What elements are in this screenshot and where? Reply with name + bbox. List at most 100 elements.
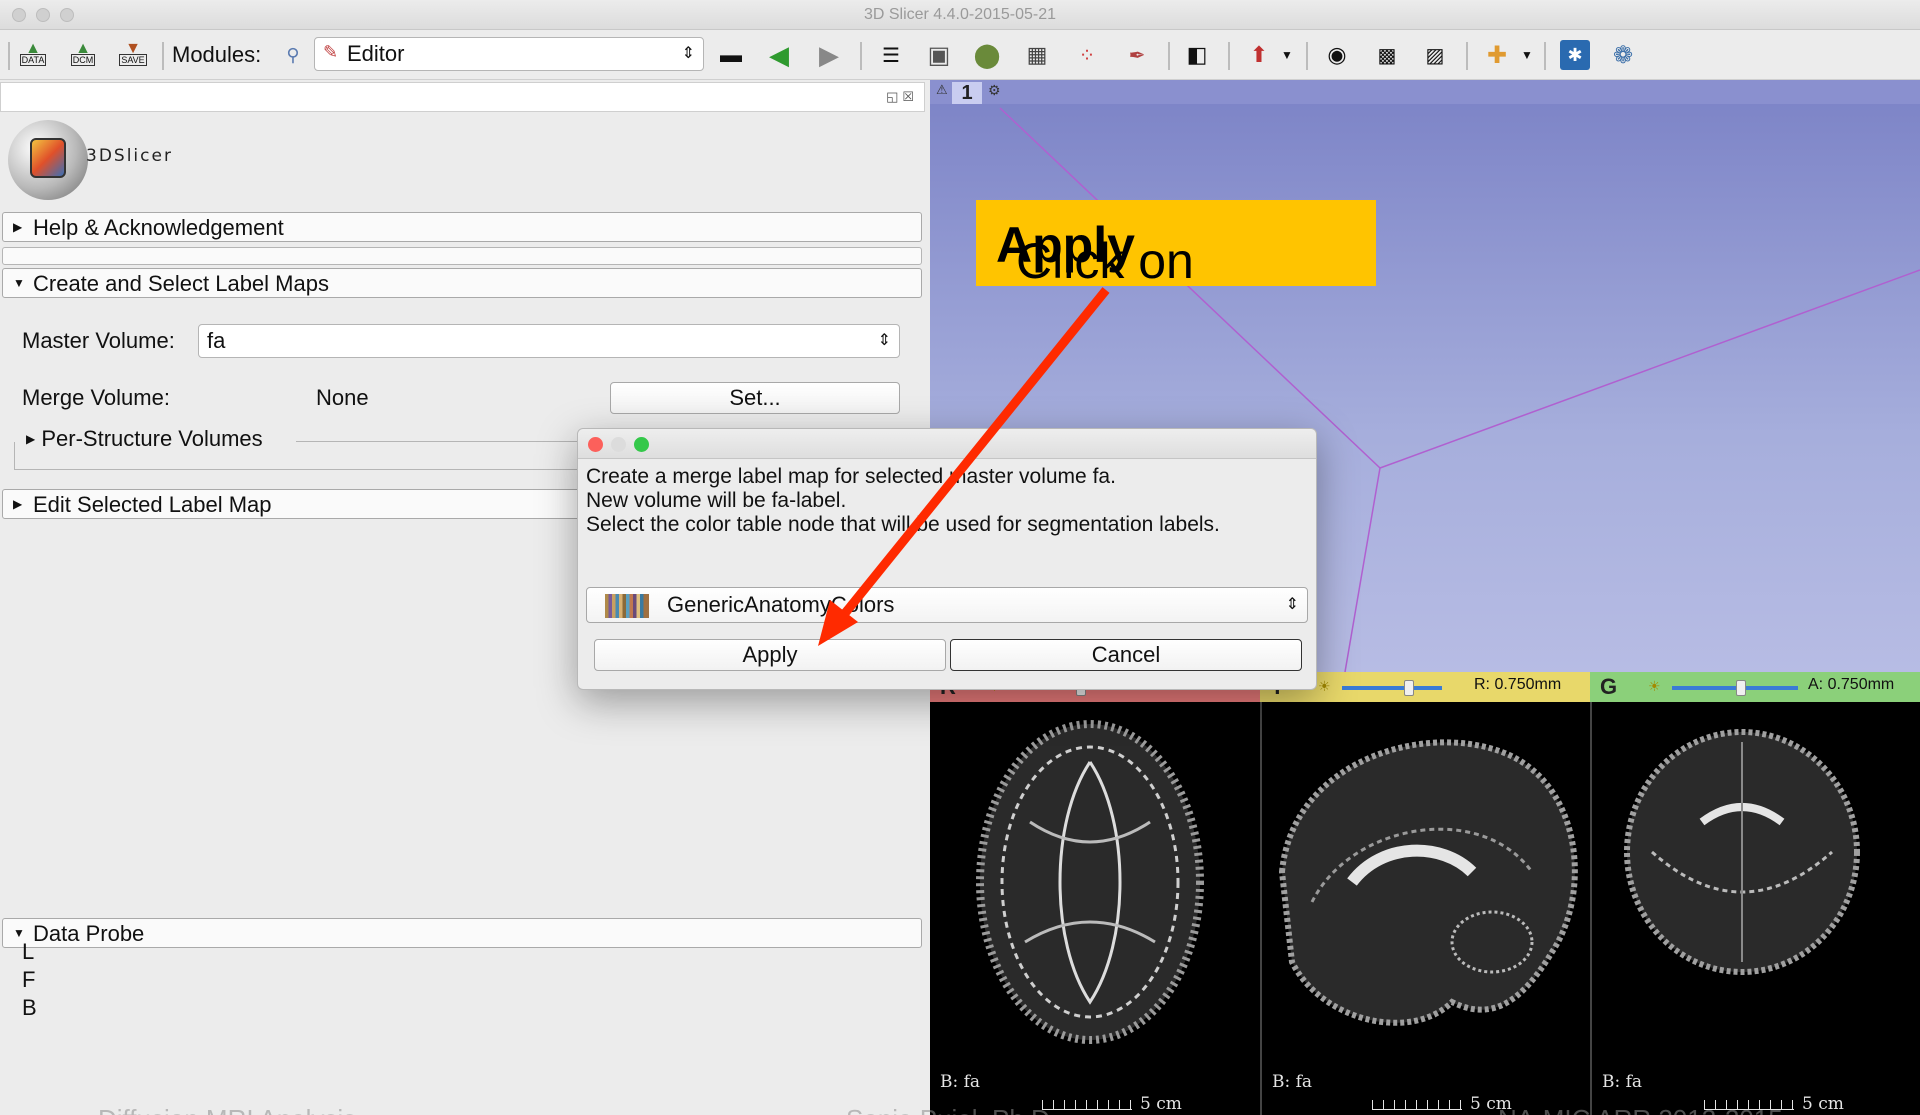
toolbar-separator: [1228, 42, 1230, 70]
yellow-slice-view[interactable]: B: fa 5 cm: [1260, 702, 1590, 1115]
transforms-grid-icon[interactable]: ▦: [1022, 40, 1052, 70]
help-acknowledgement-section[interactable]: ▶ Help & Acknowledgement: [2, 212, 922, 242]
scale-label: 5 cm: [1802, 1094, 1844, 1114]
dialog-message-line-1: Create a merge label map for selected ma…: [586, 465, 1116, 488]
toolbar-separator: [162, 42, 164, 70]
instruction-callout: Click on Apply: [976, 200, 1376, 289]
red-slice-view[interactable]: B: fa 5 cm: [930, 702, 1260, 1115]
volume-label: B: fa: [1602, 1072, 1643, 1092]
updown-arrows-icon: ⇕: [877, 332, 891, 349]
mouse-mode-arrow-icon[interactable]: ⬆: [1244, 40, 1274, 70]
merge-volume-value: None: [316, 385, 369, 410]
save-label: SAVE: [119, 54, 147, 66]
markups-dots-icon[interactable]: ⁘: [1072, 40, 1102, 70]
main-toolbar: ▲ DATA ▲ DCM ▼ SAVE Modules: ⚲ ✎ Editor …: [0, 30, 1920, 80]
apply-button[interactable]: Apply: [594, 639, 946, 671]
save-button[interactable]: ▼ SAVE: [118, 40, 148, 70]
dialog-close-button[interactable]: [588, 437, 603, 452]
per-structure-group-line: [296, 441, 582, 442]
slice-offset: A: 0.750mm: [1808, 676, 1895, 693]
scene-restore-icon[interactable]: ▨: [1420, 40, 1450, 70]
load-dicom-icon: ▲: [75, 40, 91, 57]
scale-bar: 5 cm: [1042, 1094, 1182, 1114]
per-structure-label: Per-Structure Volumes: [41, 426, 263, 451]
data-probe-section[interactable]: ▼ Data Probe: [2, 918, 922, 948]
triangle-right-icon: ▶: [13, 497, 23, 511]
load-dicom-label: DCM: [70, 54, 96, 66]
slider-knob[interactable]: [1736, 680, 1746, 696]
editor-pen-icon[interactable]: ✒: [1122, 40, 1152, 70]
toolbar-separator: [8, 42, 10, 70]
create-select-label-maps-section[interactable]: ▼ Create and Select Label Maps: [2, 268, 922, 298]
color-table-value: GenericAnatomyColors: [667, 592, 895, 617]
toolbar-separator: [860, 42, 862, 70]
triangle-right-icon: ▶: [26, 432, 36, 446]
editor-pencil-icon: ✎: [323, 42, 339, 62]
footer-right: NA-MIC ARR 2013-2015: [1498, 1104, 1783, 1115]
color-table-selector[interactable]: GenericAnatomyColors ⇕: [586, 587, 1308, 623]
models-brain-icon[interactable]: ⬤: [972, 40, 1002, 70]
chevron-down-icon[interactable]: ▼: [1512, 40, 1542, 70]
slider-knob[interactable]: [1404, 680, 1414, 696]
back-arrow-icon[interactable]: ◀: [764, 40, 794, 70]
color-table-swatch-icon: [605, 594, 649, 618]
scale-label: 5 cm: [1140, 1094, 1182, 1114]
module-selected-value: Editor: [347, 41, 405, 66]
set-merge-volume-button[interactable]: Set...: [610, 382, 900, 414]
load-data-button[interactable]: ▲ DATA: [18, 40, 48, 70]
volumes-cube-icon[interactable]: ▣: [924, 40, 954, 70]
master-volume-selector[interactable]: fa ⇕: [198, 324, 900, 358]
triangle-down-icon: ▼: [13, 276, 25, 290]
ruler-icon: [1372, 1100, 1462, 1110]
callout-prefix: Click on: [1016, 233, 1194, 289]
section-label: Data Probe: [33, 921, 145, 946]
axial-brain-image: [976, 720, 1204, 1044]
cancel-button[interactable]: Cancel: [950, 639, 1302, 671]
dock-float-close-icon[interactable]: ◱☒: [886, 89, 918, 105]
load-data-label: DATA: [19, 54, 47, 66]
green-slice-slider[interactable]: [1672, 686, 1798, 690]
merge-volume-label: Merge Volume:: [22, 385, 170, 410]
logo-text: 3DSlicer: [86, 146, 173, 166]
chevron-down-icon[interactable]: ▼: [1272, 40, 1302, 70]
screenshot-camera-icon[interactable]: ◉: [1322, 40, 1352, 70]
per-structure-volumes-toggle[interactable]: ▶ Per-Structure Volumes: [26, 426, 271, 452]
coronal-brain-image: [1624, 729, 1860, 975]
toolbar-separator: [1168, 42, 1170, 70]
sun-icon[interactable]: ☀: [1318, 678, 1331, 695]
module-history-icon[interactable]: ▬: [716, 40, 746, 70]
load-data-icon: ▲: [25, 40, 41, 57]
dialog-title-bar: [578, 429, 1316, 459]
dialog-minimize-button[interactable]: [611, 437, 626, 452]
forward-arrow-icon[interactable]: ▶: [814, 40, 844, 70]
edit-selected-label-map-section[interactable]: ▶ Edit Selected Label Map: [2, 489, 602, 519]
green-slice-controller: G ☀ A: 0.750mm: [1590, 672, 1920, 702]
toolbar-separator: [1466, 42, 1468, 70]
scale-bar: 5 cm: [1372, 1094, 1512, 1114]
python-console-icon[interactable]: ❁: [1608, 40, 1638, 70]
footer-left: Diffusion MRI Analysis: [98, 1104, 356, 1115]
section-spacer: [2, 247, 922, 265]
module-search-icon[interactable]: ⚲: [278, 40, 308, 70]
triangle-right-icon: ▶: [13, 220, 23, 234]
volume-label: B: fa: [1272, 1072, 1313, 1092]
sun-icon[interactable]: ☀: [1648, 678, 1661, 695]
data-module-icon[interactable]: ☰: [876, 40, 906, 70]
green-slice-view[interactable]: B: fa 5 cm: [1590, 702, 1920, 1115]
load-dicom-button[interactable]: ▲ DCM: [68, 40, 98, 70]
dialog-message-line-2: New volume will be fa-label.: [586, 489, 847, 512]
yellow-slice-slider[interactable]: [1342, 686, 1442, 690]
module-selector[interactable]: ✎ Editor ⇕: [314, 37, 704, 71]
extension-manager-icon[interactable]: ✱: [1560, 40, 1590, 70]
dialog-zoom-button[interactable]: [634, 437, 649, 452]
toolbar-separator: [1306, 42, 1308, 70]
title-bar: 3D Slicer 4.4.0-2015-05-21: [0, 0, 1920, 30]
scene-view-icon[interactable]: ▩: [1372, 40, 1402, 70]
axis-label: B: [22, 995, 37, 1020]
crosshair-icon[interactable]: ✚: [1482, 40, 1512, 70]
footer-middle: Sonia Pujol, Ph.D.: [846, 1104, 1057, 1115]
create-merge-label-map-dialog: Create a merge label map for selected ma…: [577, 428, 1317, 690]
sagittal-brain-image: [1278, 739, 1578, 1026]
slice-offset: R: 0.750mm: [1474, 676, 1562, 693]
layout-icon[interactable]: ◧: [1182, 40, 1212, 70]
